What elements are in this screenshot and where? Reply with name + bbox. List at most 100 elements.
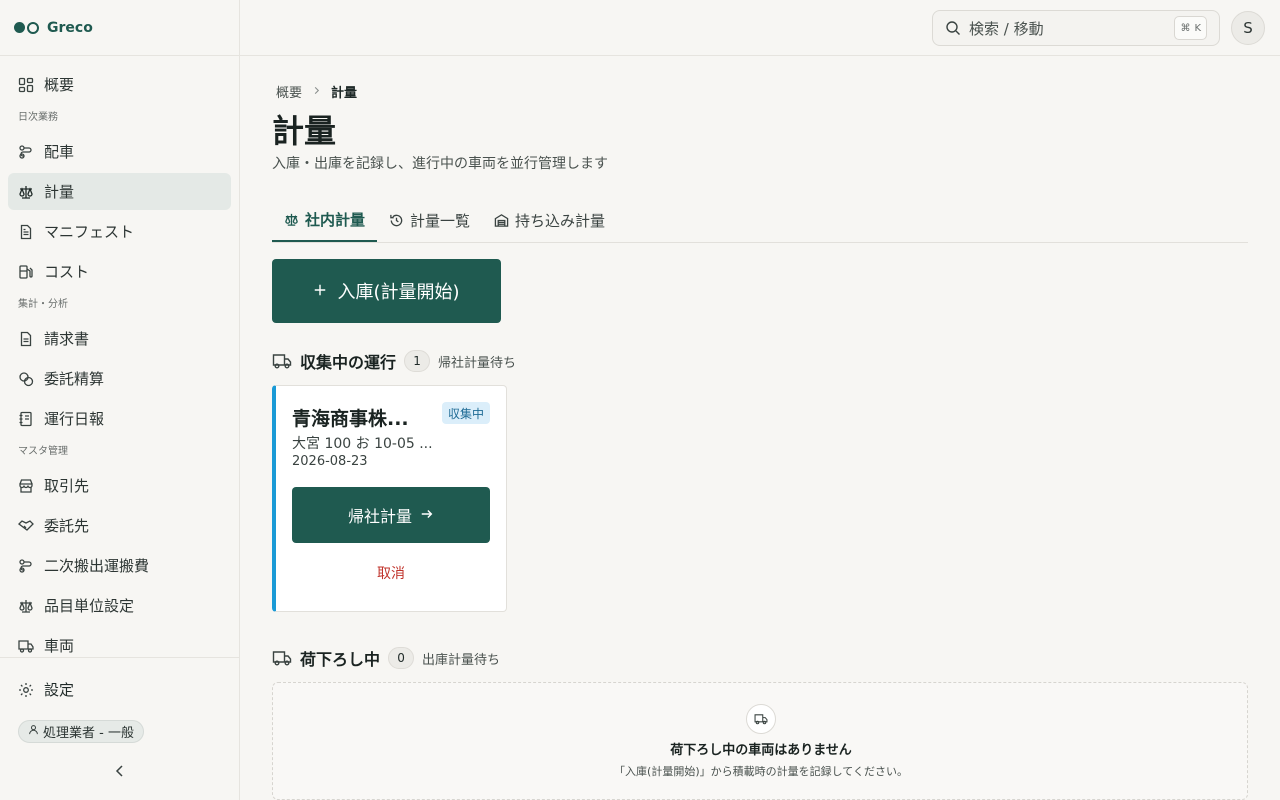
tab-label: 計量一覧 bbox=[410, 211, 471, 230]
trip-plate: 大宮 100 お 10-05 ... bbox=[292, 436, 433, 452]
status-badge: 収集中 bbox=[441, 402, 490, 424]
sidebar-item-label: 取引先 bbox=[44, 477, 90, 495]
collecting-section-header: 収集中の運行 1 帰社計量待ち bbox=[272, 349, 516, 373]
sidebar-nav: 概要 日次業務 配車 計量 マニフェスト コスト 集計・分析 請求書 委託精算 bbox=[8, 66, 231, 656]
collecting-title: 収集中の運行 bbox=[300, 353, 397, 372]
sidebar-item-item-units[interactable]: 品目単位設定 bbox=[8, 587, 231, 624]
avatar[interactable]: S bbox=[1231, 11, 1265, 45]
tabs: 社内計量 計量一覧 持ち込み計量 bbox=[272, 198, 1248, 243]
sidebar-item-contractors[interactable]: 委託先 bbox=[8, 507, 231, 544]
sidebar: Greco 概要 日次業務 配車 計量 マニフェスト コスト 集計・分析 請求書 bbox=[0, 0, 240, 800]
truck-icon bbox=[18, 638, 34, 654]
notebook-icon bbox=[18, 411, 34, 427]
empty-description: 「入庫(計量開始)」から積載時の計量を記録してください。 bbox=[614, 765, 908, 778]
sidebar-item-dispatch[interactable]: 配車 bbox=[8, 133, 231, 170]
sidebar-item-label: 二次搬出運搬費 bbox=[44, 557, 150, 575]
sidebar-item-consignment-settlement[interactable]: 委託精算 bbox=[8, 360, 231, 397]
tab-internal-weighing[interactable]: 社内計量 bbox=[272, 198, 378, 242]
sidebar-item-invoice[interactable]: 請求書 bbox=[8, 320, 231, 357]
page-subtitle: 入庫・出庫を記録し、進行中の車両を並行管理します bbox=[272, 156, 608, 172]
brand-logo-icon bbox=[14, 21, 39, 34]
sidebar-item-weighing[interactable]: 計量 bbox=[8, 173, 231, 210]
nav-section-master: マスタ管理 bbox=[18, 446, 68, 457]
topbar: 検索 / 移動 ⌘ K S bbox=[240, 0, 1280, 56]
unloading-section-header: 荷下ろし中 0 出庫計量待ち bbox=[272, 646, 500, 670]
gear-icon bbox=[18, 682, 34, 698]
return-weighing-label: 帰社計量 bbox=[347, 507, 412, 526]
brand-name: Greco bbox=[47, 19, 93, 36]
warehouse-icon bbox=[494, 213, 509, 228]
truck-icon bbox=[272, 351, 292, 371]
fuel-icon bbox=[18, 264, 34, 280]
empty-title: 荷下ろし中の車両はありません bbox=[670, 743, 852, 758]
sidebar-item-daily-report[interactable]: 運行日報 bbox=[8, 400, 231, 437]
route-icon bbox=[18, 144, 34, 160]
breadcrumb-parent[interactable]: 概要 bbox=[276, 82, 302, 101]
tab-label: 社内計量 bbox=[305, 210, 366, 229]
search-icon bbox=[945, 20, 961, 36]
sidebar-item-label: 車両 bbox=[44, 637, 75, 655]
collapse-sidebar-button[interactable] bbox=[112, 763, 128, 779]
cancel-trip-button[interactable]: 取消 bbox=[292, 563, 490, 583]
document-icon bbox=[18, 224, 34, 240]
page-title: 計量 bbox=[272, 112, 337, 150]
sidebar-item-label: コスト bbox=[44, 263, 90, 281]
truck-icon bbox=[272, 648, 292, 668]
truck-icon bbox=[746, 704, 776, 734]
nav-section-analysis: 集計・分析 bbox=[18, 299, 68, 310]
sidebar-item-label: 委託先 bbox=[44, 517, 90, 535]
collecting-note: 帰社計量待ち bbox=[438, 355, 517, 371]
breadcrumb: 概要 計量 bbox=[276, 82, 357, 101]
sidebar-item-clients[interactable]: 取引先 bbox=[8, 467, 231, 504]
search-placeholder: 検索 / 移動 bbox=[969, 19, 1044, 38]
dashboard-icon bbox=[18, 77, 34, 93]
chevron-right-icon bbox=[312, 84, 321, 99]
sidebar-item-label: マニフェスト bbox=[44, 223, 135, 241]
handshake-icon bbox=[18, 518, 34, 534]
unloading-empty-state: 荷下ろし中の車両はありません 「入庫(計量開始)」から積載時の計量を記録してくだ… bbox=[272, 682, 1248, 800]
scale-icon bbox=[18, 184, 34, 200]
shortcut-hint: ⌘ K bbox=[1174, 16, 1207, 40]
start-weighing-button[interactable]: 入庫(計量開始) bbox=[272, 259, 501, 323]
sidebar-footer: 設定 処理業者 - 一般 bbox=[0, 657, 239, 800]
sidebar-item-manifest[interactable]: マニフェスト bbox=[8, 213, 231, 250]
brand[interactable]: Greco bbox=[0, 0, 239, 56]
tab-carry-in-weighing[interactable]: 持ち込み計量 bbox=[482, 198, 617, 242]
nav-section-daily: 日次業務 bbox=[18, 112, 58, 123]
history-icon bbox=[389, 213, 404, 228]
plus-icon bbox=[313, 281, 327, 302]
shortcut-mod: ⌘ bbox=[1180, 22, 1191, 34]
sidebar-item-label: 請求書 bbox=[44, 330, 90, 348]
user-icon bbox=[28, 724, 39, 739]
store-icon bbox=[18, 478, 34, 494]
role-badge[interactable]: 処理業者 - 一般 bbox=[18, 720, 144, 743]
chevron-left-icon bbox=[112, 764, 128, 783]
sidebar-item-secondary-transport[interactable]: 二次搬出運搬費 bbox=[8, 547, 231, 584]
tab-weighing-list[interactable]: 計量一覧 bbox=[377, 198, 482, 242]
start-weighing-label: 入庫(計量開始) bbox=[337, 282, 460, 303]
sidebar-item-label: 配車 bbox=[44, 143, 75, 161]
role-label: 処理業者 - 一般 bbox=[43, 726, 134, 741]
unloading-note: 出庫計量待ち bbox=[422, 652, 501, 668]
return-weighing-button[interactable]: 帰社計量 bbox=[292, 487, 490, 543]
sidebar-item-label: 品目単位設定 bbox=[44, 597, 135, 615]
search-input[interactable]: 検索 / 移動 ⌘ K bbox=[932, 10, 1220, 46]
sidebar-item-vehicles[interactable]: 車両 bbox=[8, 627, 231, 656]
breadcrumb-current: 計量 bbox=[331, 86, 358, 101]
sidebar-item-label: 運行日報 bbox=[44, 410, 105, 428]
collecting-count: 1 bbox=[404, 350, 431, 372]
sidebar-item-label: 計量 bbox=[44, 183, 75, 201]
coins-icon bbox=[18, 371, 34, 387]
scale-icon bbox=[284, 212, 299, 227]
invoice-icon bbox=[18, 331, 34, 347]
arrow-right-icon bbox=[420, 506, 434, 525]
scale-icon bbox=[18, 598, 34, 614]
sidebar-item-overview[interactable]: 概要 bbox=[8, 66, 231, 103]
trip-date: 2026-08-23 bbox=[292, 454, 368, 469]
sidebar-item-settings[interactable]: 設定 bbox=[18, 679, 74, 700]
trip-company: 青海商事株... bbox=[292, 408, 409, 430]
sidebar-item-cost[interactable]: コスト bbox=[8, 253, 231, 290]
sidebar-item-label: 委託精算 bbox=[44, 370, 105, 388]
settings-label: 設定 bbox=[44, 681, 75, 699]
shortcut-key: K bbox=[1194, 22, 1201, 34]
